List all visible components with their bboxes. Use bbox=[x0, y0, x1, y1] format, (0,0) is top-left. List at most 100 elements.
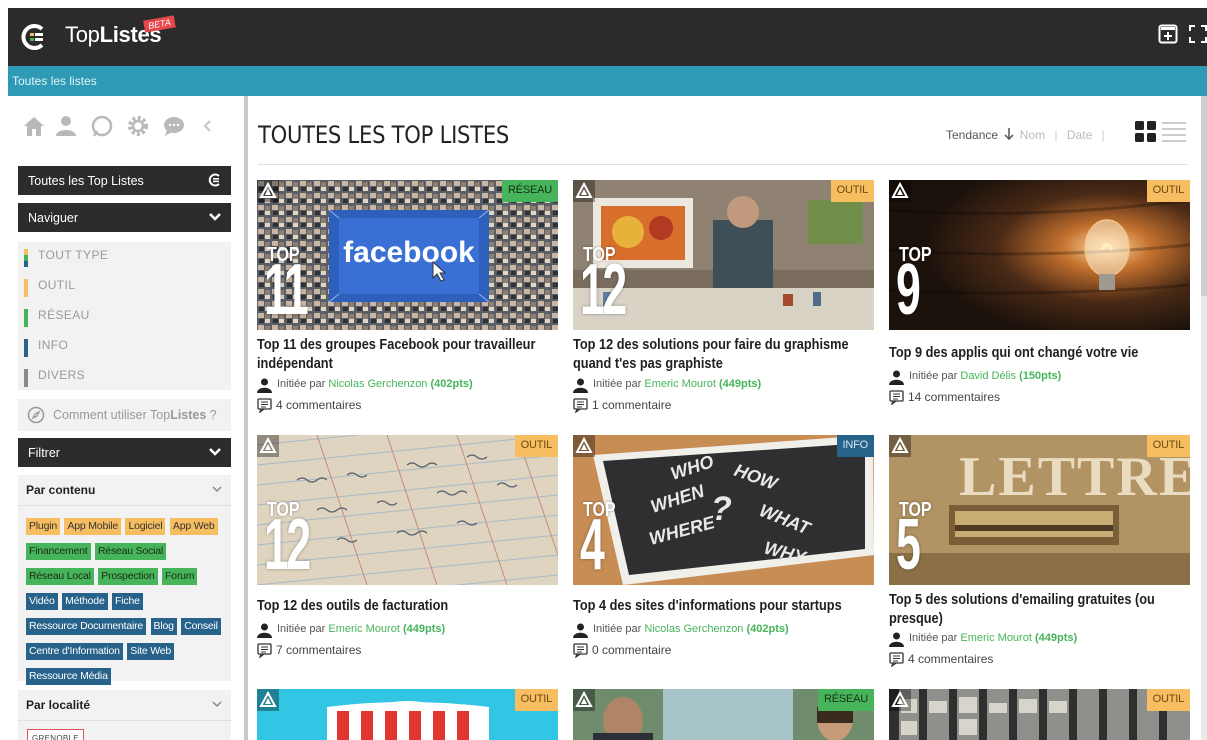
tag-financement[interactable]: Financement bbox=[26, 543, 91, 560]
tag-grenoble[interactable]: GRENOBLE bbox=[27, 729, 84, 740]
user-icon[interactable] bbox=[54, 114, 78, 138]
author-link[interactable]: David Délis bbox=[960, 370, 1016, 382]
breadcrumb-bar: Toutes les listes bbox=[8, 66, 1207, 96]
category-badge[interactable]: RÉSEAU bbox=[501, 180, 558, 202]
card-image[interactable]: WHO HOW WHEN WHAT WHERE WHY ? INFO TOP 4 bbox=[573, 435, 874, 585]
home-icon[interactable] bbox=[22, 114, 46, 138]
card-comments[interactable]: 14 commentaires bbox=[889, 390, 1000, 405]
author-link[interactable]: Nicolas Gerchenzon bbox=[328, 378, 427, 390]
author-link[interactable]: Nicolas Gerchenzon bbox=[644, 623, 743, 635]
all-lists-button[interactable]: Toutes les Top Listes bbox=[18, 166, 231, 195]
category-badge[interactable]: RÉSEAU bbox=[817, 689, 874, 711]
tag-forum[interactable]: Forum bbox=[161, 568, 198, 585]
chevron-down-icon[interactable] bbox=[211, 698, 223, 710]
card-author: Initiée par Emeric Mourot (449pts) bbox=[257, 623, 445, 638]
card-image[interactable]: OUTIL TOP 12 bbox=[257, 435, 558, 585]
card-title[interactable]: Top 4 des sites d'informations pour star… bbox=[573, 597, 863, 616]
card-title[interactable]: Top 12 des solutions pour faire du graph… bbox=[573, 336, 863, 374]
author-link[interactable]: Emeric Mourot bbox=[960, 632, 1032, 644]
card-image[interactable]: OUTIL TOP 12 bbox=[573, 180, 874, 330]
card-comments[interactable]: 1 commentaire bbox=[573, 398, 671, 413]
category-badge[interactable]: OUTIL bbox=[514, 689, 558, 711]
list-card[interactable]: OUTIL TOP 9 Top 9 des applis qui ont cha… bbox=[889, 180, 1190, 420]
howto-link[interactable]: Comment utiliser TopListes ? bbox=[18, 399, 231, 431]
card-title[interactable]: Top 12 des outils de facturation bbox=[257, 597, 547, 616]
content-filter-title[interactable]: Par contenu bbox=[26, 483, 95, 497]
card-title[interactable]: Top 11 des groupes Facebook pour travail… bbox=[257, 336, 547, 374]
filter-dropdown[interactable]: Filtrer bbox=[18, 438, 231, 467]
tag-ressource-media[interactable]: Ressource Média bbox=[26, 668, 111, 685]
card-image[interactable]: LETTRES OUTIL TOP 5 bbox=[889, 435, 1190, 585]
comments-icon bbox=[889, 652, 904, 667]
navigate-dropdown[interactable]: Naviguer bbox=[18, 203, 231, 232]
tag-fiche[interactable]: Fiche bbox=[112, 593, 143, 610]
type-reseau[interactable]: RÉSEAU bbox=[24, 308, 90, 328]
category-badge[interactable]: OUTIL bbox=[1146, 180, 1190, 202]
type-divers[interactable]: DIVERS bbox=[24, 368, 85, 388]
logo-icon[interactable] bbox=[20, 23, 48, 51]
chevron-left-icon[interactable] bbox=[196, 114, 220, 138]
chevron-down-icon[interactable] bbox=[211, 483, 223, 495]
card-comments[interactable]: 7 commentaires bbox=[257, 643, 361, 658]
tag-app-web[interactable]: App Web bbox=[169, 518, 218, 535]
tag-site-web[interactable]: Site Web bbox=[127, 643, 175, 660]
list-card[interactable]: OUTIL bbox=[889, 689, 1190, 740]
sort-date[interactable]: Date bbox=[1067, 128, 1092, 142]
tag-plugin[interactable]: Plugin bbox=[26, 518, 60, 535]
breadcrumb[interactable]: Toutes les listes bbox=[12, 74, 97, 88]
card-title[interactable]: Top 5 des solutions d'emailing gratuites… bbox=[889, 591, 1179, 629]
scrollbar-thumb[interactable] bbox=[1201, 96, 1207, 296]
card-image[interactable]: RÉSEAU bbox=[573, 689, 874, 740]
comment-icon[interactable] bbox=[162, 114, 186, 138]
card-image[interactable]: OUTIL bbox=[889, 689, 1190, 740]
arrow-down-icon[interactable] bbox=[1004, 128, 1014, 140]
toplistes-corner-icon bbox=[573, 689, 595, 711]
gear-icon[interactable] bbox=[126, 114, 150, 138]
tag-video[interactable]: Vidéo bbox=[26, 593, 58, 610]
tag-reseau-social[interactable]: Réseau Social bbox=[94, 543, 167, 560]
card-author: Initiée par Nicolas Gerchenzon (402pts) bbox=[573, 623, 789, 638]
tag-conseil[interactable]: Conseil bbox=[181, 618, 221, 635]
location-filter-title[interactable]: Par localité bbox=[26, 698, 90, 712]
add-list-icon[interactable] bbox=[1158, 24, 1178, 44]
author-link[interactable]: Emeric Mourot bbox=[644, 378, 716, 390]
type-outil[interactable]: OUTIL bbox=[24, 278, 75, 298]
tag-methode[interactable]: Méthode bbox=[62, 593, 108, 610]
tag-app-mobile[interactable]: App Mobile bbox=[64, 518, 121, 535]
card-image[interactable]: OUTIL bbox=[257, 689, 558, 740]
tag-blog[interactable]: Blog bbox=[150, 618, 177, 635]
tag-logiciel[interactable]: Logiciel bbox=[125, 518, 166, 535]
category-badge[interactable]: OUTIL bbox=[1146, 689, 1190, 711]
list-card[interactable]: OUTIL TOP 12 Top 12 des outils de factur… bbox=[257, 435, 558, 675]
sort-trend[interactable]: Tendance bbox=[946, 128, 998, 142]
type-all[interactable]: TOUT TYPE bbox=[24, 248, 108, 268]
list-card[interactable]: WHO HOW WHEN WHAT WHERE WHY ? INFO TOP 4… bbox=[573, 435, 874, 675]
author-link[interactable]: Emeric Mourot bbox=[328, 623, 400, 635]
list-card[interactable]: facebook RÉSEAU TOP 11 Top 11 des groupe… bbox=[257, 180, 558, 420]
card-title[interactable]: Top 9 des applis qui ont changé votre vi… bbox=[889, 344, 1179, 363]
list-card[interactable]: LETTRES OUTIL TOP 5 Top 5 des solutions … bbox=[889, 435, 1190, 675]
category-badge[interactable]: OUTIL bbox=[1146, 435, 1190, 457]
tag-prospection[interactable]: Prospection bbox=[98, 568, 158, 585]
tag-ressource-documentaire[interactable]: Ressource Documentaire bbox=[26, 618, 147, 635]
category-badge[interactable]: OUTIL bbox=[830, 180, 874, 202]
sort-name[interactable]: Nom bbox=[1020, 128, 1045, 142]
list-view-icon[interactable] bbox=[1162, 121, 1186, 143]
tag-reseau-local[interactable]: Réseau Local bbox=[26, 568, 94, 585]
card-comments[interactable]: 4 commentaires bbox=[889, 652, 993, 667]
card-image[interactable]: facebook RÉSEAU TOP 11 bbox=[257, 180, 558, 330]
top-number: 4 bbox=[580, 505, 605, 585]
list-card[interactable]: OUTIL bbox=[257, 689, 558, 740]
category-badge[interactable]: OUTIL bbox=[514, 435, 558, 457]
fullscreen-icon[interactable] bbox=[1188, 24, 1207, 44]
grid-view-icon[interactable] bbox=[1135, 121, 1157, 143]
card-comments[interactable]: 4 commentaires bbox=[257, 398, 361, 413]
list-card[interactable]: OUTIL TOP 12 Top 12 des solutions pour f… bbox=[573, 180, 874, 420]
card-comments[interactable]: 0 commentaire bbox=[573, 643, 671, 658]
tag-centre-information[interactable]: Centre d'Information bbox=[26, 643, 123, 660]
type-info[interactable]: INFO bbox=[24, 338, 68, 358]
category-badge[interactable]: INFO bbox=[836, 435, 874, 457]
chat-bubble-icon[interactable] bbox=[90, 114, 114, 138]
list-card[interactable]: RÉSEAU bbox=[573, 689, 874, 740]
card-image[interactable]: OUTIL TOP 9 bbox=[889, 180, 1190, 330]
